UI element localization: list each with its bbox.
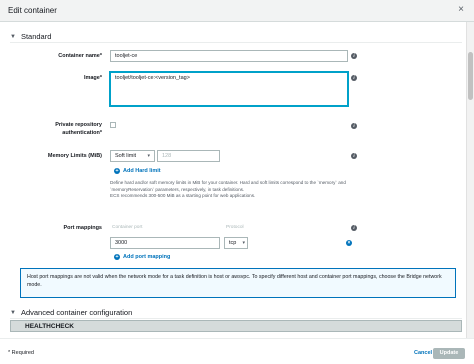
add-port-mapping-label: Add port mapping: [123, 254, 171, 260]
caret-down-icon: ▼: [10, 33, 16, 40]
memory-help-line: ECS recommends 300-500 MiB as a starting…: [110, 193, 256, 199]
port-mappings-label: Port mappings: [63, 225, 102, 231]
private-repo-label-line2: authentication*: [62, 130, 102, 136]
private-repo-label: Private repository authentication*: [20, 121, 102, 137]
protocol-select[interactable]: tcp ▾: [224, 237, 248, 249]
info-icon[interactable]: i: [351, 225, 357, 231]
image-label: Image*: [83, 75, 102, 81]
plus-icon: +: [114, 168, 120, 174]
modal-title: Edit container: [8, 6, 57, 15]
private-repo-label-line1: Private repository: [55, 122, 102, 128]
update-button[interactable]: Update: [433, 348, 465, 359]
required-note: * Required: [8, 350, 34, 356]
memory-limit-input[interactable]: 128: [157, 150, 220, 162]
remove-port-mapping-icon[interactable]: ×: [346, 240, 352, 246]
info-icon[interactable]: i: [351, 153, 357, 159]
memory-limit-type-select[interactable]: Soft limit ▾: [110, 150, 155, 162]
info-icon[interactable]: i: [351, 123, 357, 129]
info-icon[interactable]: i: [351, 75, 357, 81]
divider: [10, 318, 462, 319]
healthcheck-title: HEALTHCHECK: [25, 323, 74, 330]
advanced-section-title: Advanced container configuration: [20, 308, 133, 317]
memory-limits-label: Memory Limits (MiB): [47, 153, 102, 159]
container-name-label: Container name*: [58, 53, 102, 59]
modal-footer: * Required Cancel Update: [0, 338, 474, 364]
memory-help-text: Define hard and/or soft memory limits in…: [110, 180, 350, 200]
add-hard-limit-label: Add Hard limit: [123, 168, 161, 174]
plus-icon: +: [114, 254, 120, 260]
container-port-column-header: Container port: [112, 225, 143, 230]
advanced-section-toggle[interactable]: ▼ Advanced container configuration: [10, 308, 132, 317]
standard-section-title: Standard: [20, 32, 52, 41]
protocol-value: tcp: [229, 240, 237, 246]
modal-header: Edit container ×: [0, 0, 474, 22]
healthcheck-header[interactable]: HEALTHCHECK: [10, 320, 462, 332]
chevron-down-icon: ▾: [242, 240, 245, 246]
memory-help-line: Define hard and/or soft memory limits in…: [110, 180, 346, 185]
memory-help-line: `memoryReservation` parameters, respecti…: [110, 186, 245, 192]
close-icon[interactable]: ×: [458, 4, 464, 15]
divider: [10, 42, 462, 43]
container-port-input[interactable]: 3000: [110, 237, 220, 249]
memory-limit-type-value: Soft limit: [115, 153, 137, 159]
container-name-input[interactable]: tooljet-ce: [110, 50, 348, 62]
image-textarea[interactable]: tooljet/tooljet-ce:<version_tag>: [110, 72, 348, 106]
port-mapping-info-message: Host port mappings are not valid when th…: [20, 268, 456, 298]
protocol-column-header: Protocol: [226, 225, 244, 230]
add-hard-limit-link[interactable]: + Add Hard limit: [114, 168, 161, 174]
chevron-down-icon: ▾: [147, 153, 150, 159]
info-icon[interactable]: i: [351, 53, 357, 59]
standard-section-toggle[interactable]: ▼ Standard: [10, 32, 51, 41]
caret-down-icon: ▼: [10, 309, 16, 316]
add-port-mapping-link[interactable]: + Add port mapping: [114, 254, 170, 260]
private-repo-checkbox[interactable]: [110, 122, 116, 128]
